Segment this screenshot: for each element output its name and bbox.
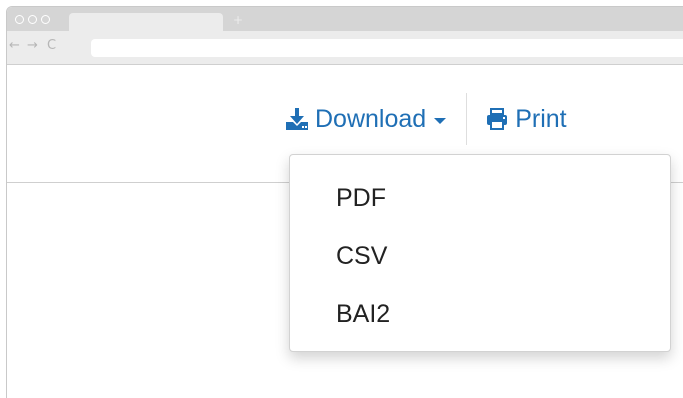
download-dropdown-menu: PDF CSV BAI2	[289, 154, 671, 352]
close-window-dot[interactable]	[15, 15, 24, 24]
download-label: Download	[315, 104, 427, 133]
address-bar[interactable]	[91, 39, 683, 57]
maximize-window-dot[interactable]	[41, 15, 50, 24]
print-button[interactable]: Print	[485, 104, 567, 134]
browser-toolbar: ← → C	[7, 31, 683, 65]
forward-icon[interactable]: →	[27, 38, 38, 54]
download-button[interactable]: Download	[285, 104, 447, 134]
action-divider	[466, 93, 468, 145]
menu-item-bai2[interactable]: BAI2	[290, 285, 670, 343]
print-icon	[485, 107, 509, 131]
reload-icon[interactable]: C	[47, 38, 56, 54]
back-icon[interactable]: ←	[9, 38, 20, 54]
browser-window: + ← → C Download Print PDF CSV BAI2	[6, 6, 683, 398]
page-content: Download Print PDF CSV BAI2	[7, 66, 683, 398]
title-bar: +	[7, 7, 683, 31]
caret-down-icon	[434, 118, 447, 124]
minimize-window-dot[interactable]	[28, 15, 37, 24]
action-bar: Download Print	[285, 93, 567, 145]
print-label: Print	[515, 104, 567, 133]
menu-item-csv[interactable]: CSV	[290, 227, 670, 285]
new-tab-button[interactable]: +	[233, 13, 243, 27]
download-icon	[285, 107, 309, 131]
menu-item-pdf[interactable]: PDF	[290, 169, 670, 227]
window-controls	[15, 15, 50, 24]
browser-tab[interactable]	[69, 13, 223, 31]
